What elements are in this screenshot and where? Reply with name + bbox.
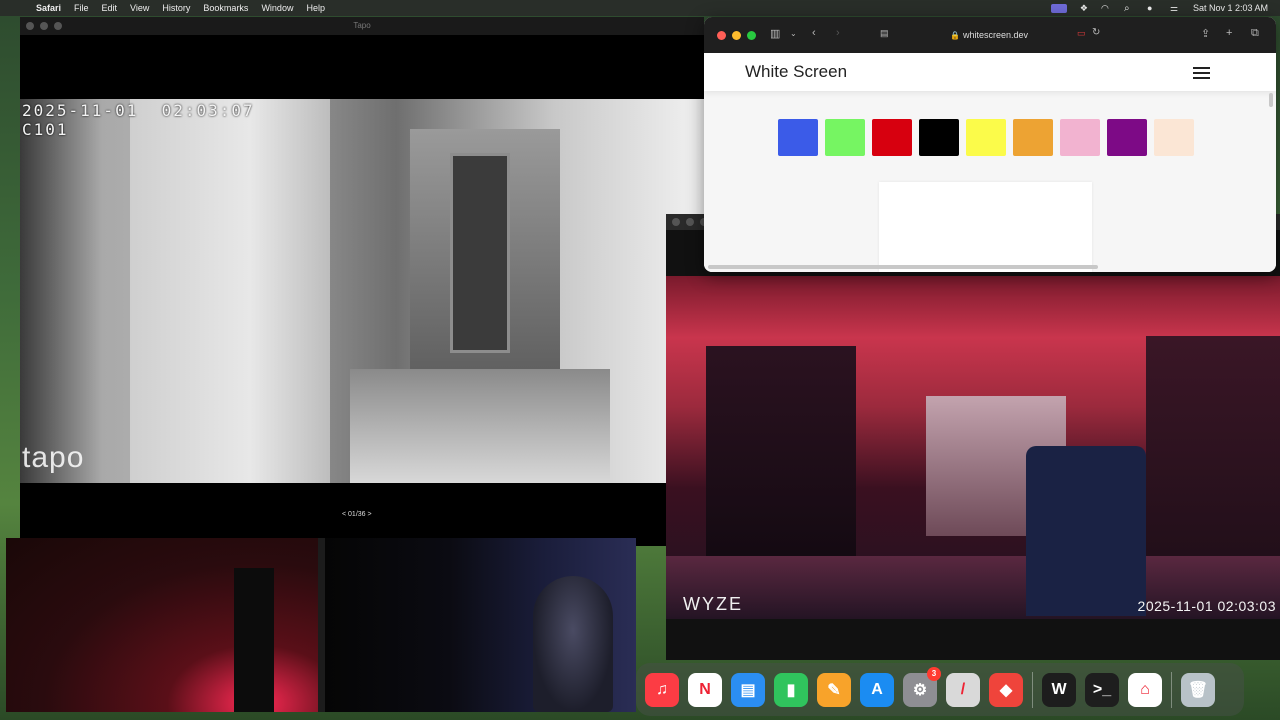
tapo-titlebar: Tapo [20,17,704,35]
dock: ♫ N ▤ ▮ ✎ A ⚙ 3/ ◆ W >_ ⌂ 🗑 [636,663,1244,716]
wyze-logo: WYZE [683,594,743,614]
dock-divider [1171,671,1172,708]
wyze-camera-feed[interactable]: WYZE 2025-11-01 02:03:03 [666,276,1280,619]
camera-in-use-icon[interactable]: ▭ [1077,28,1086,39]
url-text: whitescreen.dev [962,30,1028,40]
screen-sharing-icon[interactable] [1050,3,1067,13]
shelf-image [706,346,856,556]
door-image [130,99,330,483]
menu-window[interactable]: Window [261,3,293,13]
color-swatch-6[interactable] [1013,119,1053,156]
hamburger-menu-icon[interactable] [1193,67,1210,79]
color-swatch-4[interactable] [919,119,959,156]
camera-thumbnail-red-room[interactable] [6,538,318,712]
doorway-image [450,153,510,353]
camera-thumbnails [6,538,636,712]
color-swatch-5[interactable] [966,119,1006,156]
status-area: ❖ ◠ ⌕ ● ⚌ Sat Nov 1 2:03 AM [1050,0,1268,16]
web-page: White Screen [704,53,1276,272]
tab-overview-icon[interactable]: ⧉ [1251,27,1259,40]
search-icon[interactable]: ⌕ [1124,3,1136,13]
tapo-camera-id: C101 [22,120,69,139]
wyze-window: WYZE 2025-11-01 02:03:03 [666,214,1280,660]
close-icon[interactable] [672,218,680,226]
music-icon[interactable]: ♫ [645,672,679,707]
color-swatch-1[interactable] [778,119,818,156]
pen-app-icon[interactable]: / [946,672,980,707]
floor-image [350,369,610,483]
forward-icon: › [836,27,840,39]
minimize-icon[interactable] [686,218,694,226]
camera-pager[interactable]: < 01/36 > [342,511,372,518]
anydesk-icon[interactable]: ◆ [989,672,1023,707]
user-icon[interactable]: ● [1147,3,1159,13]
color-swatch-9[interactable] [1154,119,1194,156]
new-tab-icon[interactable]: + [1226,27,1232,39]
minimize-icon[interactable] [732,31,741,40]
vertical-scrollbar[interactable] [1269,93,1273,107]
app-store-icon[interactable]: A [860,672,894,707]
menu-view[interactable]: View [130,3,149,13]
numbers-icon[interactable]: ▮ [774,672,808,707]
system-settings-icon[interactable]: ⚙ 3 [903,666,941,707]
site-title[interactable]: White Screen [745,62,847,82]
horizontal-scrollbar[interactable] [708,265,1098,269]
site-header: White Screen [704,53,1276,91]
color-swatch-2[interactable] [825,119,865,156]
tapo-camera-feed[interactable]: 2025-11-01 02:03:07 C101 tapo [20,99,704,483]
thumbnail-door-image [234,568,274,712]
share-icon[interactable]: ⇪ [1201,27,1210,40]
menu-bookmarks[interactable]: Bookmarks [203,3,248,13]
address-bar[interactable]: 🔒 whitescreen.dev [874,26,1104,44]
sidebar-icon[interactable]: ▥ [770,27,780,40]
screen-preview[interactable] [879,182,1092,272]
menu-history[interactable]: History [162,3,190,13]
chevron-down-icon[interactable]: ⌄ [790,29,797,38]
menu-clock[interactable]: Sat Nov 1 2:03 AM [1193,3,1268,13]
control-center-icon[interactable]: ⚌ [1170,3,1182,13]
home-app-icon[interactable]: ⌂ [1128,672,1162,707]
thumbnail-figure-image [533,576,613,712]
thumbnail-divider [318,538,325,712]
control-center-link-icon[interactable]: ❖ [1078,3,1090,13]
menu-bar: Safari File Edit View History Bookmarks … [0,0,1280,16]
color-swatch-8[interactable] [1107,119,1147,156]
safari-window: ▥ ⌄ ‹ › ▤ 🔒 whitescreen.dev ▭ ↻ ⇪ + ⧉ Wh… [704,17,1276,272]
dock-divider [1032,671,1033,708]
wifi-icon[interactable]: ◠ [1101,3,1113,13]
menu-edit[interactable]: Edit [102,3,118,13]
reload-icon[interactable]: ↻ [1092,27,1100,38]
tapo-window-title: Tapo [353,21,371,30]
tapo-watermark: tapo [22,441,85,474]
lock-icon: 🔒 [949,30,960,40]
safari-toolbar: ▥ ⌄ ‹ › ▤ 🔒 whitescreen.dev ▭ ↻ ⇪ + ⧉ [704,17,1276,53]
camera-thumbnail-dark-room[interactable] [325,538,636,712]
menu-app-name[interactable]: Safari [36,3,61,13]
color-swatches [778,119,1194,156]
news-icon[interactable]: N [688,672,722,707]
menu-file[interactable]: File [74,3,89,13]
tapo-timestamp: 2025-11-01 02:03:07 C101 [22,101,255,139]
tapo-timestamp-date: 2025-11-01 02:03:07 [22,101,255,120]
pages-icon[interactable]: ✎ [817,672,851,707]
tapo-window: Tapo 2025-11-01 02:03:07 C101 tapo < 01/… [20,17,704,546]
notification-badge: 3 [927,666,941,681]
terminal-icon[interactable]: >_ [1085,672,1119,707]
wyze-timestamp: 2025-11-01 02:03:03 [1137,598,1276,614]
color-swatch-7[interactable] [1060,119,1100,156]
close-icon[interactable] [717,31,726,40]
trash-icon[interactable]: 🗑 [1181,672,1215,707]
back-icon[interactable]: ‹ [812,27,816,39]
keynote-icon[interactable]: ▤ [731,672,765,707]
zoom-icon[interactable] [747,31,756,40]
menu-help[interactable]: Help [306,3,325,13]
chair-image [1026,446,1146,616]
wyze-icon[interactable]: W [1042,672,1076,707]
color-swatch-3[interactable] [872,119,912,156]
